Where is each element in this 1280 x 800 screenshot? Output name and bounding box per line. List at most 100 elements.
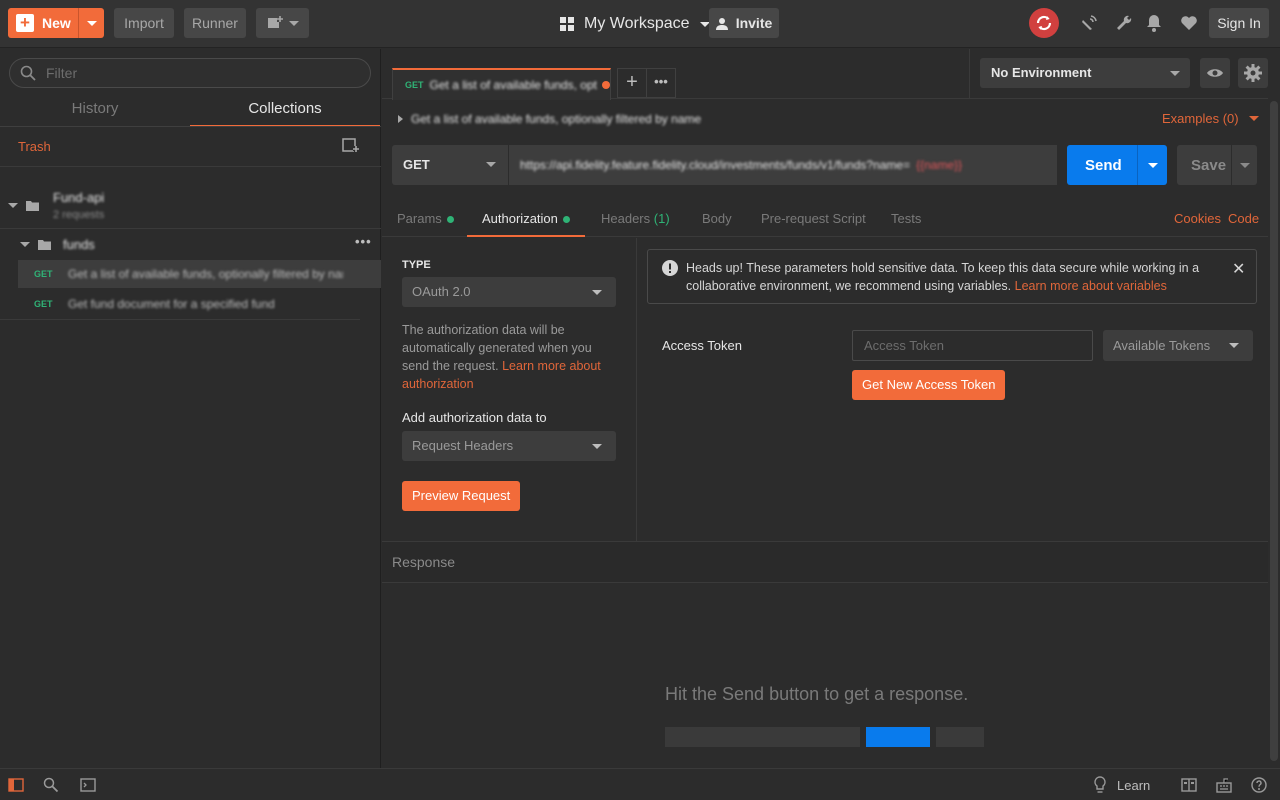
scrollbar-thumb[interactable] — [1270, 101, 1278, 761]
sign-in-button[interactable]: Sign In — [1209, 8, 1269, 38]
gear-icon — [1244, 64, 1262, 82]
chevron-down-icon — [1239, 162, 1250, 168]
response-hint: Hit the Send button to get a response. — [665, 684, 969, 704]
request-description[interactable]: Get a list of available funds, optionall… — [398, 112, 701, 126]
runner-button[interactable]: Runner — [184, 8, 246, 38]
request-tab[interactable]: GET Get a list of available funds, opt — [392, 68, 611, 100]
help-icon[interactable] — [1250, 776, 1268, 794]
learn-label: Learn — [1117, 777, 1151, 793]
add-to-label: Add authorization data to — [402, 410, 547, 425]
bell-icon[interactable] — [1143, 12, 1165, 34]
grid-icon — [560, 17, 574, 31]
tab-authorization-label: Authorization — [482, 211, 558, 226]
method-badge: GET — [34, 299, 53, 309]
environment-value: No Environment — [991, 65, 1092, 80]
headers-count: (1) — [653, 211, 670, 226]
folder-name: funds — [63, 237, 95, 252]
send-dropdown-toggle[interactable] — [1137, 145, 1167, 185]
auth-type-select[interactable]: OAuth 2.0 — [402, 277, 616, 307]
tab-authorization[interactable]: Authorization — [467, 211, 585, 237]
learn-more-variables-link[interactable]: Learn more about variables — [1015, 279, 1167, 293]
request-section-tabs: Params Authorization Headers (1) Body Pr… — [382, 199, 1268, 237]
new-collection-icon[interactable] — [342, 137, 360, 156]
tab-tests[interactable]: Tests — [891, 211, 921, 237]
find-icon[interactable] — [42, 776, 60, 794]
method-value: GET — [403, 157, 430, 172]
get-new-access-token-button[interactable]: Get New Access Token — [852, 370, 1006, 400]
filter-placeholder: Filter — [46, 65, 78, 81]
chevron-down-icon — [486, 162, 496, 167]
alert-message: Heads up! These parameters hold sensitiv… — [686, 259, 1216, 295]
manage-environments[interactable] — [1238, 58, 1268, 88]
code-link[interactable]: Code — [1228, 211, 1259, 237]
new-button[interactable]: + New — [8, 8, 104, 38]
tab-pre-request-script[interactable]: Pre-request Script — [761, 211, 866, 237]
tab-body[interactable]: Body — [702, 211, 732, 237]
environment-select[interactable]: No Environment — [980, 58, 1190, 88]
folder-item[interactable]: funds — [20, 237, 95, 252]
keyboard-shortcuts-icon[interactable] — [1215, 776, 1233, 794]
tab-options-icon[interactable]: ••• — [646, 68, 676, 98]
two-pane-icon[interactable] — [1180, 776, 1198, 794]
add-to-select[interactable]: Request Headers — [402, 431, 616, 461]
sync-icon[interactable] — [1029, 8, 1059, 38]
placeholder-bar — [936, 727, 984, 747]
url-variable: {{name}} — [916, 158, 963, 172]
chevron-down-icon — [86, 20, 97, 26]
status-dot — [562, 216, 570, 223]
request-item[interactable]: GET Get fund document for a specified fu… — [18, 290, 358, 318]
console-icon[interactable] — [79, 776, 97, 794]
workspace-switcher[interactable]: My Workspace — [560, 12, 710, 36]
close-icon[interactable]: ✕ — [1232, 259, 1245, 279]
chevron-right-icon — [398, 115, 403, 123]
request-name: Get a list of available funds, optionall… — [68, 267, 343, 281]
save-dropdown-toggle[interactable] — [1231, 145, 1257, 185]
available-tokens-select[interactable]: Available Tokens — [1103, 330, 1253, 361]
wrench-icon[interactable] — [1113, 12, 1135, 34]
search-icon — [20, 65, 36, 81]
divider — [0, 166, 381, 167]
save-button[interactable]: Save — [1177, 145, 1257, 185]
sensitive-data-alert: Heads up! These parameters hold sensitiv… — [647, 249, 1257, 304]
tab-history[interactable]: History — [0, 95, 190, 127]
tab-headers[interactable]: Headers (1) — [601, 211, 670, 237]
environment-quick-look[interactable] — [1200, 58, 1230, 88]
send-label: Send — [1085, 156, 1122, 174]
request-item[interactable]: GET Get a list of available funds, optio… — [18, 260, 381, 288]
new-dropdown-toggle[interactable] — [78, 8, 104, 38]
placeholder-bar — [866, 727, 930, 747]
preview-request-button[interactable]: Preview Request — [402, 481, 521, 511]
response-title: Response — [392, 554, 456, 570]
heart-icon[interactable] — [1178, 12, 1200, 34]
tab-collections[interactable]: Collections — [190, 95, 380, 127]
invite-button[interactable]: Invite — [709, 8, 779, 38]
toggle-sidebar-icon[interactable] — [7, 776, 25, 794]
send-button[interactable]: Send — [1067, 145, 1167, 185]
satellite-icon[interactable] — [1078, 12, 1100, 34]
divider — [0, 126, 381, 127]
import-button[interactable]: Import — [114, 8, 174, 38]
chevron-down-icon — [8, 203, 18, 208]
trash-link[interactable]: Trash — [18, 139, 51, 154]
new-window-button[interactable] — [256, 8, 309, 38]
examples-dropdown[interactable]: Examples (0) — [1162, 111, 1259, 126]
request-description-text: Get a list of available funds, optionall… — [411, 112, 702, 126]
url-input[interactable]: https://api.fidelity.feature.fidelity.cl… — [508, 145, 1057, 185]
access-token-input[interactable]: Access Token — [852, 330, 1093, 361]
collection-item[interactable]: Fund-api 2 requests — [8, 190, 104, 221]
cookies-link[interactable]: Cookies — [1174, 211, 1221, 237]
method-select[interactable]: GET — [392, 145, 508, 185]
method-badge: GET — [405, 80, 424, 90]
new-window-icon — [267, 16, 283, 28]
tab-params[interactable]: Params — [397, 211, 454, 237]
divider — [0, 228, 381, 229]
learn-button[interactable]: Learn — [1093, 776, 1150, 794]
chevron-down-icon — [288, 20, 299, 26]
request-tab-bar: GET Get a list of available funds, opt +… — [382, 49, 1268, 100]
more-options-icon[interactable]: ••• — [355, 234, 372, 249]
url-text: https://api.fidelity.feature.fidelity.cl… — [520, 158, 911, 172]
filter-input[interactable]: Filter — [9, 58, 371, 88]
app-header: + New Import Runner My Workspace Invite … — [0, 0, 1280, 48]
method-badge: GET — [34, 269, 53, 279]
add-tab-button[interactable]: + — [617, 68, 647, 98]
